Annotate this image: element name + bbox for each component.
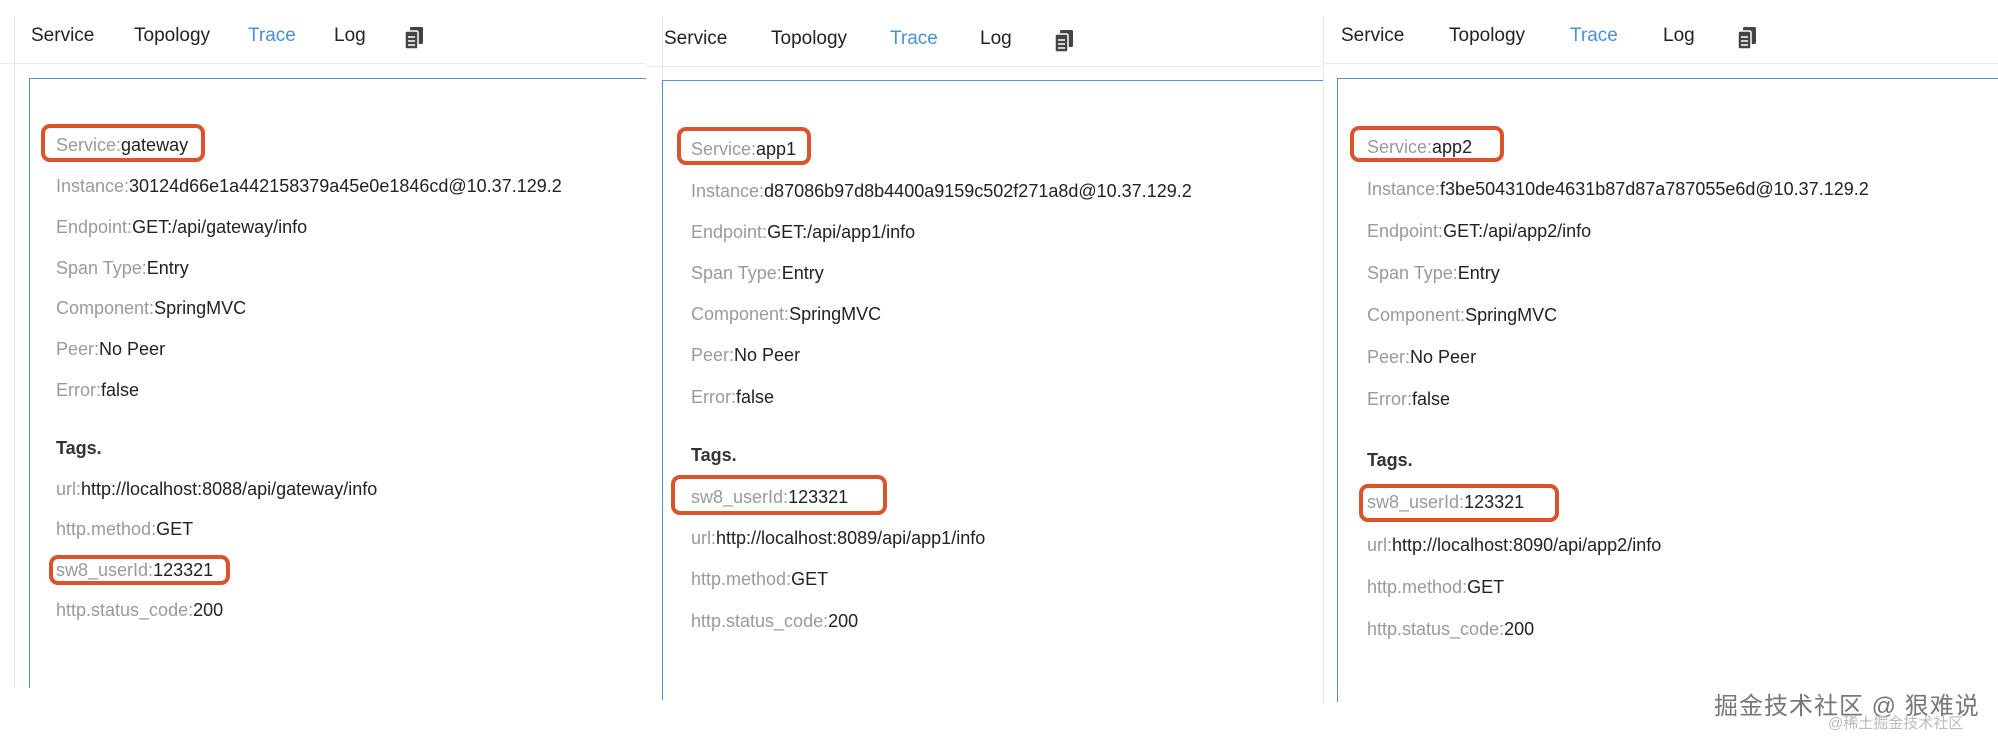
tag-status-code-row: http.status_code:200: [691, 611, 859, 631]
service-highlight: [677, 127, 811, 165]
watermark-sub: @稀土掘金技术社区: [1828, 715, 1964, 732]
tab-service[interactable]: Service: [664, 3, 727, 67]
copy-document-icon[interactable]: [1737, 26, 1757, 50]
instance-row: Instance:f3be504310de4631b87d87a787055e6…: [1367, 179, 1869, 199]
peer-row: Peer:No Peer: [56, 339, 166, 359]
tag-status-code-row: http.status_code:200: [1367, 619, 1535, 639]
peer-row: Peer:No Peer: [1367, 347, 1477, 367]
error-row: Error:false: [56, 380, 140, 400]
tag-url-row: url:http://localhost:8089/api/app1/info: [691, 528, 986, 548]
component-row: Component:SpringMVC: [691, 304, 882, 324]
trace-panel-gateway: Service Topology Trace Log Service:gatew…: [0, 0, 646, 736]
component-row: Component:SpringMVC: [56, 298, 247, 318]
tag-url-row: url:http://localhost:8090/api/app2/info: [1367, 535, 1662, 555]
endpoint-row: Endpoint:GET:/api/app1/info: [691, 222, 916, 242]
tab-trace[interactable]: Trace: [1570, 0, 1618, 64]
panel-divider: [14, 16, 15, 688]
span-type-row: Span Type:Entry: [56, 258, 189, 278]
service-highlight: [41, 124, 205, 162]
copy-document-icon[interactable]: [404, 26, 424, 50]
tab-service[interactable]: Service: [31, 0, 94, 64]
trace-panel-app2: Service Topology Trace Log Service:app2 …: [1323, 0, 1998, 736]
tags-heading: Tags.: [691, 445, 737, 465]
tags-heading: Tags.: [1367, 450, 1413, 470]
tags-heading: Tags.: [56, 438, 102, 458]
tab-log[interactable]: Log: [334, 0, 366, 64]
instance-row: Instance:30124d66e1a442158379a45e0e1846c…: [56, 176, 562, 196]
tab-topology[interactable]: Topology: [1449, 0, 1525, 64]
tab-trace[interactable]: Trace: [248, 0, 296, 64]
trace-panel-app1: Service Topology Trace Log Service:app1 …: [646, 0, 1323, 736]
copy-document-icon[interactable]: [1054, 29, 1074, 53]
error-row: Error:false: [1367, 389, 1451, 409]
tab-bar: Service Topology Trace Log: [646, 3, 1323, 67]
sw8-userid-highlight: [1359, 484, 1559, 522]
component-row: Component:SpringMVC: [1367, 305, 1558, 325]
tag-http-method-row: http.method:GET: [1367, 577, 1505, 597]
tag-http-method-row: http.method:GET: [56, 519, 194, 539]
span-type-row: Span Type:Entry: [1367, 263, 1500, 283]
tab-log[interactable]: Log: [980, 3, 1012, 67]
tab-topology[interactable]: Topology: [771, 3, 847, 67]
tag-status-code-row: http.status_code:200: [56, 600, 224, 620]
tab-trace[interactable]: Trace: [890, 3, 938, 67]
error-row: Error:false: [691, 387, 775, 407]
tab-bar: Service Topology Trace Log: [0, 0, 646, 64]
peer-row: Peer:No Peer: [691, 345, 801, 365]
tag-http-method-row: http.method:GET: [691, 569, 829, 589]
span-type-row: Span Type:Entry: [691, 263, 824, 283]
service-highlight: [1350, 126, 1504, 162]
sw8-userid-highlight: [49, 555, 230, 585]
tab-service[interactable]: Service: [1341, 0, 1404, 64]
tab-topology[interactable]: Topology: [134, 0, 210, 64]
tab-bar: Service Topology Trace Log: [1323, 0, 1998, 64]
instance-row: Instance:d87086b97d8b4400a9159c502f271a8…: [691, 181, 1192, 201]
panel-divider: [1323, 16, 1324, 704]
tag-url-row: url:http://localhost:8088/api/gateway/in…: [56, 479, 378, 499]
sw8-userid-highlight: [671, 475, 887, 515]
tab-log[interactable]: Log: [1663, 0, 1695, 64]
endpoint-row: Endpoint:GET:/api/app2/info: [1367, 221, 1592, 241]
endpoint-row: Endpoint:GET:/api/gateway/info: [56, 217, 308, 237]
